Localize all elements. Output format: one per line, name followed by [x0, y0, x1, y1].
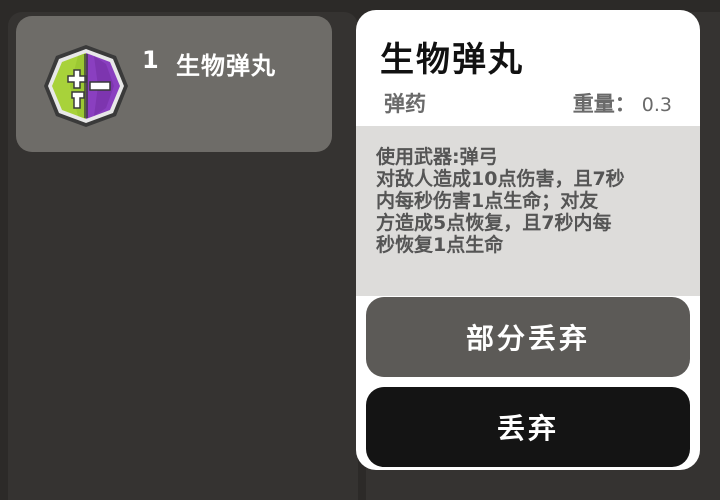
inventory-slot-1[interactable]: 1 生物弹丸: [16, 16, 332, 152]
partial-drop-button[interactable]: 部分丢弃: [366, 297, 690, 377]
item-detail-card: 生物弹丸 弹药 重量： 0.3 使用武器:弹弓 对敌人造成10点伤害，且7秒 内每…: [356, 10, 700, 470]
weight-label: 重量：: [572, 92, 636, 116]
detail-title: 生物弹丸: [380, 40, 524, 80]
description-box: 使用武器:弹弓 对敌人造成10点伤害，且7秒 内每秒伤害1点生命；对友 方造成5…: [356, 126, 700, 296]
item-type-label: 弹药: [384, 92, 426, 116]
item-index: 1: [142, 46, 159, 74]
item-description: 使用武器:弹弓 对敌人造成10点伤害，且7秒 内每秒伤害1点生命；对友 方造成5…: [376, 146, 625, 256]
weight-info: 重量： 0.3: [573, 88, 672, 118]
item-name: 生物弹丸: [176, 52, 276, 80]
drop-button[interactable]: 丢弃: [366, 387, 690, 467]
bio-pellet-icon: [44, 45, 128, 127]
weight-value: 0.3: [641, 94, 672, 116]
